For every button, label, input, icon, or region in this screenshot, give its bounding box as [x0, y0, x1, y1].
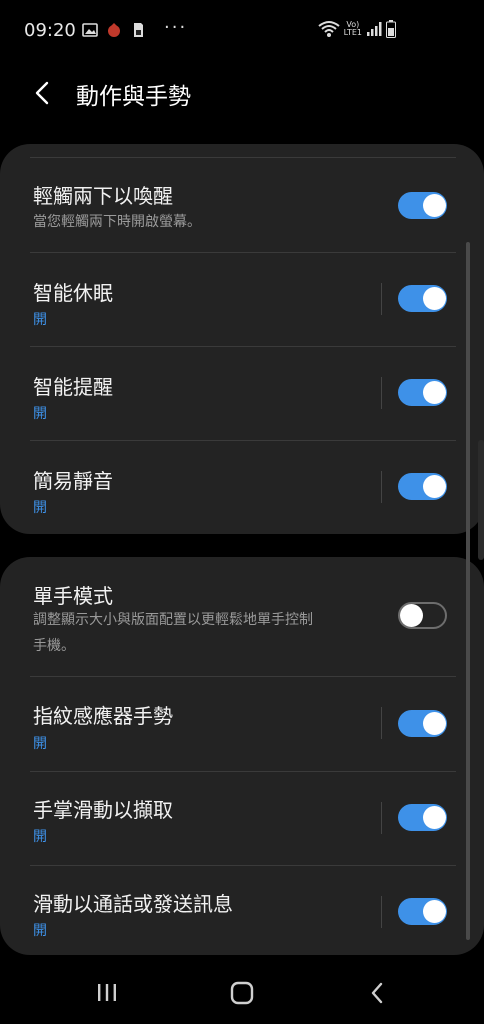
setting-description: 調整顯示大小與版面配置以更輕鬆地單手控制 手機。 [33, 612, 313, 654]
back-arrow-icon[interactable] [28, 78, 58, 108]
setting-title: 簡易靜音 [33, 469, 113, 493]
setting-easy-mute[interactable]: 簡易靜音 開 [0, 441, 484, 535]
setting-fingerprint-gestures[interactable]: 指紋感應器手勢 開 [0, 677, 484, 771]
toggle-switch[interactable] [398, 804, 447, 831]
setting-smart-stay[interactable]: 智能休眠 開 [0, 253, 484, 347]
setting-palm-swipe-capture[interactable]: 手掌滑動以擷取 開 [0, 772, 484, 866]
navigation-bar [0, 960, 484, 1024]
toggle-knob [400, 604, 423, 627]
signal-icon [367, 22, 382, 36]
setting-title: 單手模式 [33, 584, 113, 608]
back-icon[interactable] [362, 978, 392, 1008]
toggle-switch[interactable] [398, 379, 447, 406]
wifi-icon [317, 21, 340, 37]
setting-title: 指紋感應器手勢 [33, 704, 173, 728]
toggle-switch[interactable] [398, 602, 447, 629]
divider [381, 377, 382, 409]
toggle-knob [423, 900, 446, 923]
setting-swipe-to-call[interactable]: 滑動以通話或發送訊息 開 [0, 866, 484, 955]
toggle-knob [423, 287, 446, 310]
setting-status: 開 [33, 923, 47, 939]
setting-status: 開 [33, 500, 47, 516]
settings-group-1: 輕觸兩下以喚醒 當您輕觸兩下時開啟螢幕。 智能休眠 開 智能提醒 開 簡易靜音 … [0, 144, 484, 534]
sim-icon [134, 23, 143, 37]
setting-title: 滑動以通話或發送訊息 [33, 892, 233, 916]
setting-description: 當您輕觸兩下時開啟螢幕。 [33, 214, 201, 230]
toggle-knob [423, 806, 446, 829]
toggle-switch[interactable] [398, 192, 447, 219]
gallery-icon [82, 23, 98, 37]
status-bar: 09:20 ··· Vo) LTE1 [0, 0, 484, 60]
setting-one-handed-mode[interactable]: 單手模式 調整顯示大小與版面配置以更輕鬆地單手控制 手機。 [0, 557, 484, 677]
setting-double-tap-wake[interactable]: 輕觸兩下以喚醒 當您輕觸兩下時開啟螢幕。 [0, 158, 484, 252]
setting-status: 開 [33, 406, 47, 422]
edge-panel-handle[interactable] [478, 440, 484, 560]
toggle-knob [423, 475, 446, 498]
divider [381, 802, 382, 834]
toggle-knob [423, 194, 446, 217]
divider [381, 283, 382, 315]
recents-icon[interactable] [92, 978, 122, 1008]
divider [381, 896, 382, 928]
more-notifications-icon: ··· [164, 17, 188, 38]
settings-group-2: 單手模式 調整顯示大小與版面配置以更輕鬆地單手控制 手機。 指紋感應器手勢 開 … [0, 557, 484, 955]
setting-title: 智能休眠 [33, 281, 113, 305]
toggle-switch[interactable] [398, 473, 447, 500]
toggle-switch[interactable] [398, 285, 447, 312]
scrollbar[interactable] [466, 242, 470, 940]
home-icon[interactable] [227, 978, 257, 1008]
toggle-knob [423, 712, 446, 735]
setting-title: 輕觸兩下以喚醒 [33, 184, 173, 208]
setting-status: 開 [33, 829, 47, 845]
app-notification-icon [108, 23, 120, 37]
toggle-switch[interactable] [398, 898, 447, 925]
setting-title: 智能提醒 [33, 375, 113, 399]
toggle-switch[interactable] [398, 710, 447, 737]
setting-title: 手掌滑動以擷取 [33, 798, 173, 822]
setting-smart-alert[interactable]: 智能提醒 開 [0, 347, 484, 441]
volte-indicator: Vo) LTE1 [343, 20, 362, 37]
setting-status: 開 [33, 312, 47, 328]
toggle-knob [423, 381, 446, 404]
divider [381, 471, 382, 503]
setting-status: 開 [33, 736, 47, 752]
status-time: 09:20 [24, 20, 76, 41]
page-title: 動作與手勢 [76, 84, 191, 110]
app-header: 動作與手勢 [0, 60, 484, 130]
divider [381, 707, 382, 739]
battery-icon [386, 20, 396, 38]
